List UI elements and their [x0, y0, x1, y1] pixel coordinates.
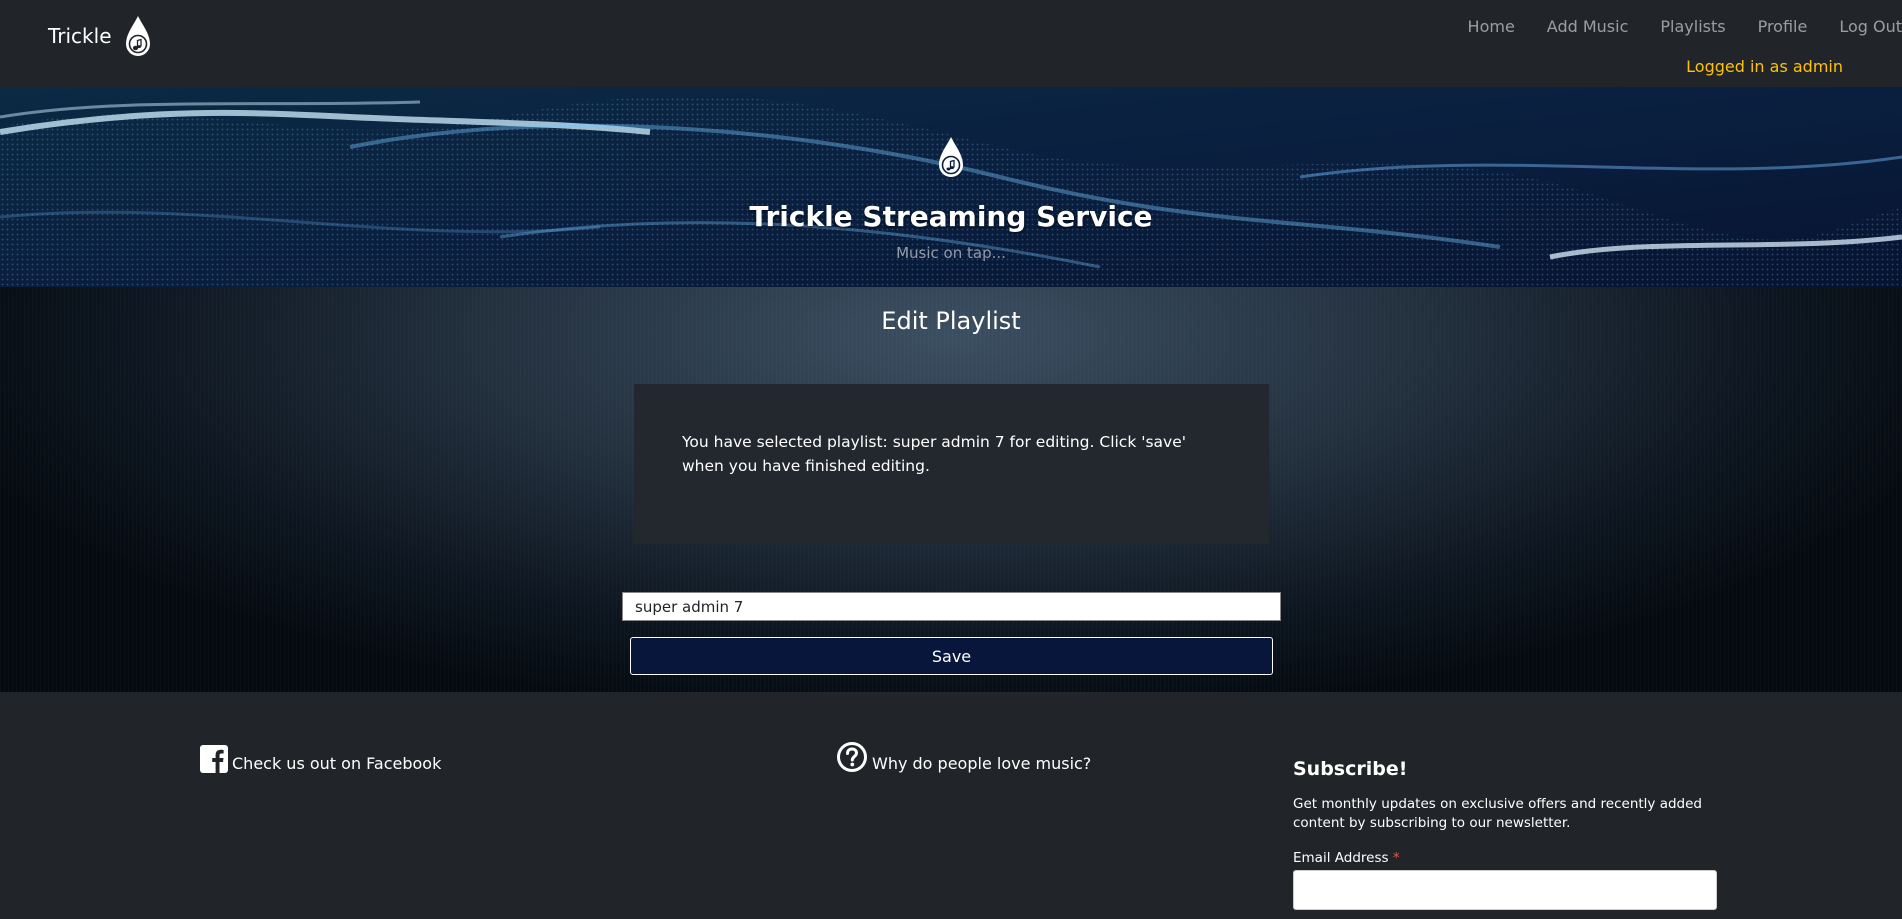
music-drop-icon — [939, 137, 963, 177]
brand-name: Trickle — [48, 24, 112, 48]
music-drop-icon — [125, 16, 150, 56]
facebook-link[interactable]: Check us out on Facebook — [200, 745, 441, 773]
email-label: Email Address * — [1293, 850, 1753, 866]
login-status: Logged in as admin — [1686, 57, 1843, 76]
save-button[interactable]: Save — [630, 637, 1273, 675]
nav-log-out[interactable]: Log Out — [1823, 17, 1902, 36]
playlist-name-input[interactable] — [622, 592, 1281, 621]
why-music-label: Why do people love music? — [872, 754, 1092, 773]
nav-playlists[interactable]: Playlists — [1644, 17, 1741, 36]
question-circle-icon — [837, 742, 867, 772]
brand-link[interactable]: Trickle — [48, 14, 152, 58]
footer: Check us out on Facebook Why do people l… — [0, 692, 1902, 919]
subscribe-description: Get monthly updates on exclusive offers … — [1293, 796, 1703, 831]
info-box: You have selected playlist: super admin … — [634, 384, 1269, 544]
why-music-link[interactable]: Why do people love music? — [836, 741, 1091, 773]
email-label-text: Email Address — [1293, 850, 1389, 866]
facebook-label: Check us out on Facebook — [232, 754, 442, 773]
info-message: You have selected playlist: super admin … — [682, 433, 1187, 475]
required-marker: * — [1392, 850, 1400, 866]
nav-home[interactable]: Home — [1452, 17, 1531, 36]
subscribe-form: Subscribe! Get monthly updates on exclus… — [1293, 758, 1753, 910]
page-title: Edit Playlist — [881, 307, 1021, 335]
edit-playlist-section: Edit Playlist You have selected playlist… — [0, 287, 1902, 692]
navbar: Trickle Home Add Music Playlists Profile… — [0, 0, 1902, 87]
nav-links: Home Add Music Playlists Profile Log Out — [1452, 17, 1902, 36]
facebook-icon — [200, 745, 228, 773]
nav-add-music[interactable]: Add Music — [1531, 17, 1645, 36]
hero-banner: Trickle Streaming Service Music on tap..… — [0, 87, 1902, 287]
nav-profile[interactable]: Profile — [1742, 17, 1824, 36]
subscribe-title: Subscribe! — [1293, 758, 1408, 780]
hero-title: Trickle Streaming Service — [749, 200, 1153, 233]
hero-subtitle: Music on tap... — [896, 244, 1006, 262]
email-field[interactable] — [1293, 870, 1717, 910]
